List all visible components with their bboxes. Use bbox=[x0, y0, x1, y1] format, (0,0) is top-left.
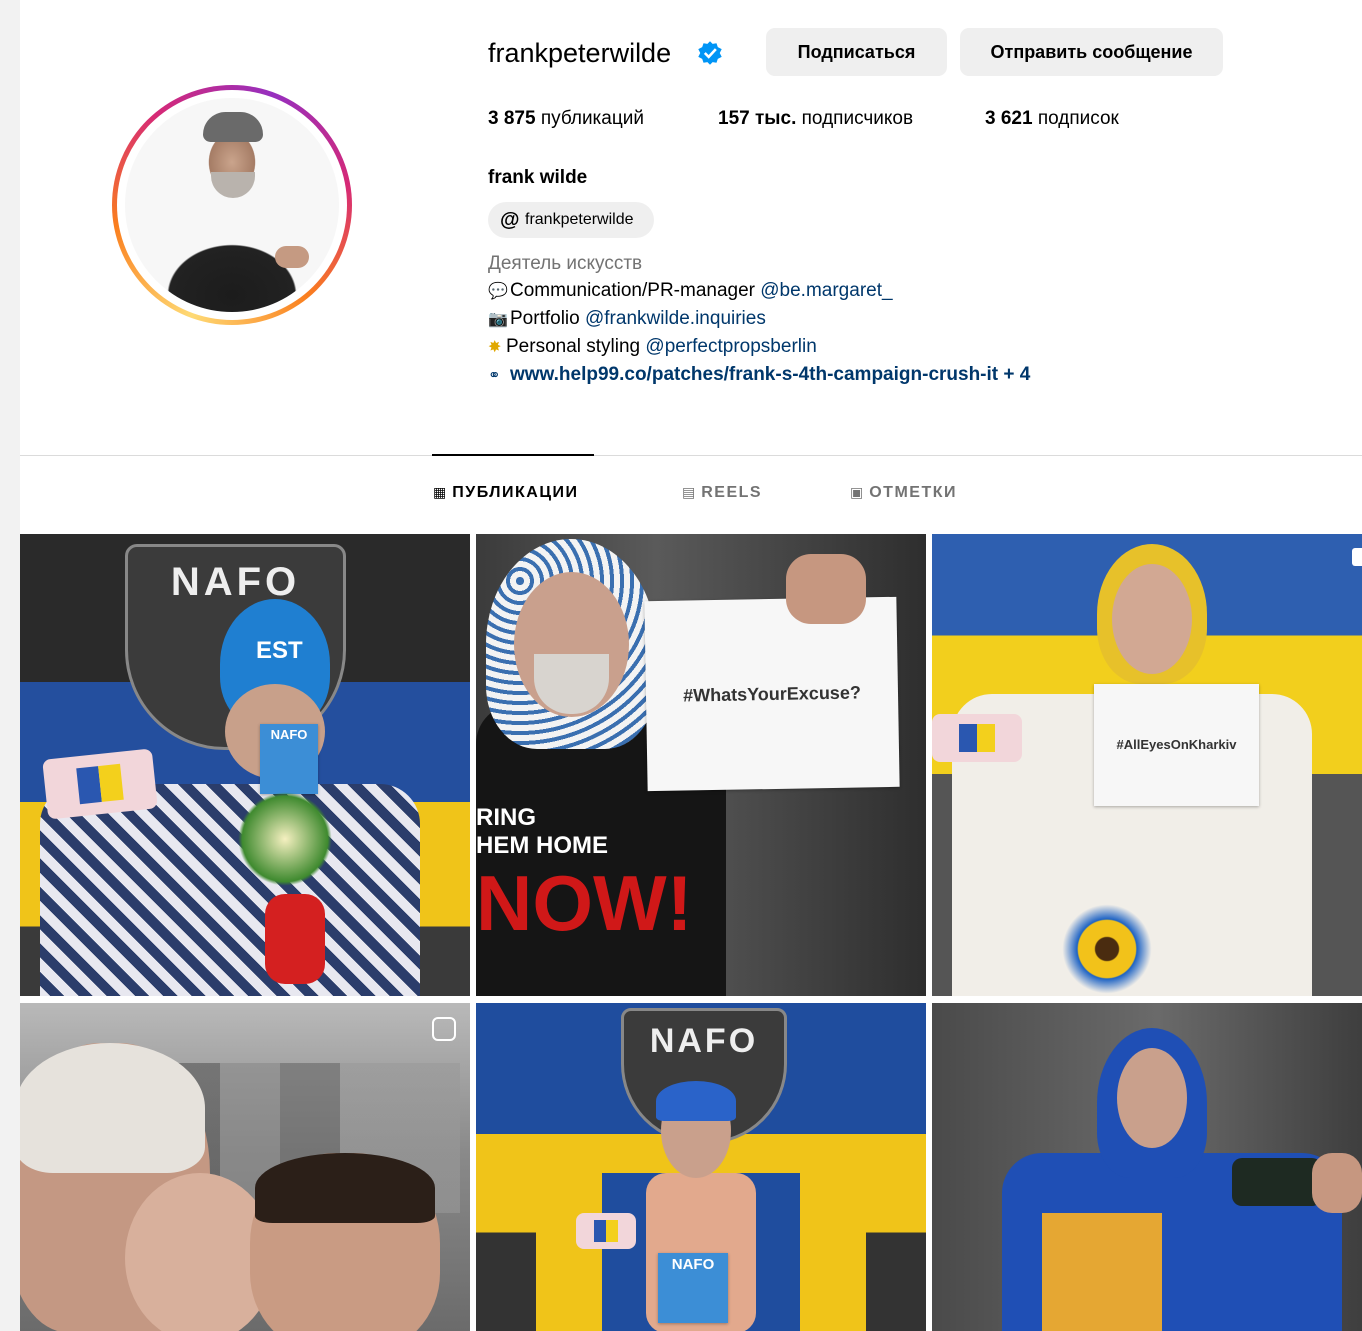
posts-count: 3 875 bbox=[488, 108, 536, 129]
phone bbox=[576, 1213, 636, 1249]
profile-username: frankpeterwilde bbox=[488, 38, 672, 68]
bio-mention[interactable]: @frankwilde.inquiries bbox=[585, 308, 766, 329]
shirt-text-3: NOW! bbox=[476, 859, 693, 947]
following-label: подписок bbox=[1037, 108, 1119, 129]
tab-tagged-label: ОТМЕТКИ bbox=[869, 484, 957, 501]
phone bbox=[932, 714, 1022, 762]
sign-card: #WhatsYourExcuse? bbox=[644, 596, 900, 792]
posts-label: публикаций bbox=[540, 108, 644, 129]
followers-count: 157 тыс. bbox=[718, 108, 797, 129]
following-stat[interactable]: 3 621 подписок bbox=[985, 108, 1119, 130]
bio-line: ✸ Personal styling @perfectpropsberlin bbox=[488, 333, 1030, 361]
avatar-photo bbox=[125, 98, 339, 312]
shirt-text-2: HEM HOME bbox=[476, 832, 608, 859]
more-links-button[interactable]: + 4 bbox=[1003, 364, 1030, 385]
follow-button[interactable]: Подписаться bbox=[766, 28, 947, 76]
threads-icon: @ bbox=[500, 209, 520, 231]
tab-posts-label: ПУБЛИКАЦИИ bbox=[452, 484, 579, 501]
bio-mention[interactable]: @perfectpropsberlin bbox=[645, 336, 816, 357]
tabs-divider bbox=[20, 455, 1362, 456]
post-tile[interactable]: #AllEyesOnKharkiv bbox=[932, 534, 1362, 996]
sparkle-icon: ✸ bbox=[488, 339, 502, 356]
speech-bubble-icon: 💬 bbox=[488, 283, 508, 300]
tab-reels-label: REELS bbox=[701, 484, 763, 501]
bio-line: 💬 Communication/PR-manager @be.margaret_ bbox=[488, 277, 1030, 305]
flower-bouquet bbox=[230, 784, 340, 894]
post-tile[interactable] bbox=[20, 1003, 470, 1331]
threads-handle: frankpeterwilde bbox=[525, 211, 634, 228]
hand bbox=[786, 554, 866, 624]
threads-link[interactable]: @ frankpeterwilde bbox=[488, 202, 654, 238]
avatar-hand bbox=[275, 246, 309, 268]
sign-card: #AllEyesOnKharkiv bbox=[1094, 684, 1259, 806]
sunflower-print bbox=[1062, 904, 1152, 994]
tab-reels[interactable]: ▤ REELS bbox=[682, 484, 762, 502]
shirt-text-1: RING bbox=[476, 804, 536, 831]
nafo-chest-card: NAFO bbox=[658, 1253, 728, 1323]
yellow-sweater bbox=[1042, 1213, 1162, 1331]
posts-stat: 3 875 публикаций bbox=[488, 108, 644, 130]
hat-text: EST bbox=[256, 637, 303, 664]
reels-icon: ▤ bbox=[682, 484, 696, 500]
profile-page: frankpeterwilde Подписаться Отправить со… bbox=[20, 0, 1362, 1331]
red-glove bbox=[265, 894, 325, 984]
multiple-images-icon bbox=[1352, 548, 1362, 566]
person-face bbox=[1117, 1048, 1187, 1148]
bio-mention[interactable]: @be.margaret_ bbox=[760, 280, 892, 301]
dark-hair bbox=[255, 1153, 435, 1223]
bio-text: Portfolio bbox=[510, 308, 585, 329]
tagged-icon: ▣ bbox=[850, 484, 864, 500]
active-tab-indicator bbox=[432, 454, 594, 456]
post-tile[interactable]: NAFO NAFO bbox=[476, 1003, 926, 1331]
tab-posts[interactable]: ▦ ПУБЛИКАЦИИ bbox=[433, 484, 579, 502]
profile-external-link[interactable]: www.help99.co/patches/frank-s-4th-campai… bbox=[510, 364, 998, 385]
blue-cap bbox=[656, 1081, 736, 1121]
profile-category: Деятель искусств bbox=[488, 253, 643, 274]
avatar-beard bbox=[211, 172, 255, 198]
phone bbox=[1232, 1158, 1322, 1206]
grid-icon: ▦ bbox=[433, 484, 447, 500]
avatar-border bbox=[117, 90, 347, 320]
followers-stat[interactable]: 157 тыс. подписчиков bbox=[718, 108, 913, 130]
following-count: 3 621 bbox=[985, 108, 1033, 129]
person-jacket bbox=[40, 784, 420, 996]
reel-icon bbox=[432, 1017, 456, 1041]
post-tile[interactable]: NAFO EST NAFO bbox=[20, 534, 470, 996]
person-face bbox=[1112, 564, 1192, 674]
profile-avatar[interactable] bbox=[112, 85, 352, 325]
camera-icon: 📷 bbox=[488, 311, 508, 328]
white-cap bbox=[20, 1043, 205, 1173]
bio-text: Personal styling bbox=[506, 336, 646, 357]
verified-badge-icon bbox=[698, 41, 722, 65]
profile-bio: Деятель искусств 💬 Communication/PR-manag… bbox=[488, 250, 1030, 389]
phone bbox=[42, 748, 158, 820]
link-icon: ⚭ bbox=[488, 367, 501, 384]
followers-label: подписчиков bbox=[801, 108, 914, 129]
hand bbox=[1312, 1153, 1362, 1213]
bio-link-line: ⚭ www.help99.co/patches/frank-s-4th-campa… bbox=[488, 361, 1030, 389]
post-tile[interactable]: RING HEM HOME NOW! #WhatsYourExcuse? bbox=[476, 534, 926, 996]
tab-tagged[interactable]: ▣ ОТМЕТКИ bbox=[850, 484, 957, 502]
profile-full-name: frank wilde bbox=[488, 167, 588, 188]
bio-text: Communication/PR-manager bbox=[510, 280, 761, 301]
bio-line: 📷 Portfolio @frankwilde.inquiries bbox=[488, 305, 1030, 333]
post-tile[interactable] bbox=[932, 1003, 1362, 1331]
send-message-button[interactable]: Отправить сообщение bbox=[960, 28, 1223, 76]
avatar-hair bbox=[203, 112, 263, 142]
